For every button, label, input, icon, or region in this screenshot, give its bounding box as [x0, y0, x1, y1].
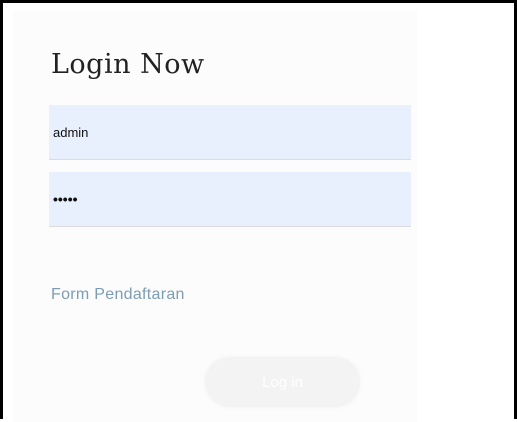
register-link[interactable]: Form Pendaftaran — [51, 286, 185, 304]
page-title: Login Now — [51, 49, 205, 80]
password-input[interactable] — [49, 172, 411, 227]
username-input[interactable] — [49, 105, 411, 160]
login-button[interactable]: Log in — [205, 357, 360, 407]
window-frame: Login Now Form Pendaftaran Log in — [0, 0, 517, 422]
